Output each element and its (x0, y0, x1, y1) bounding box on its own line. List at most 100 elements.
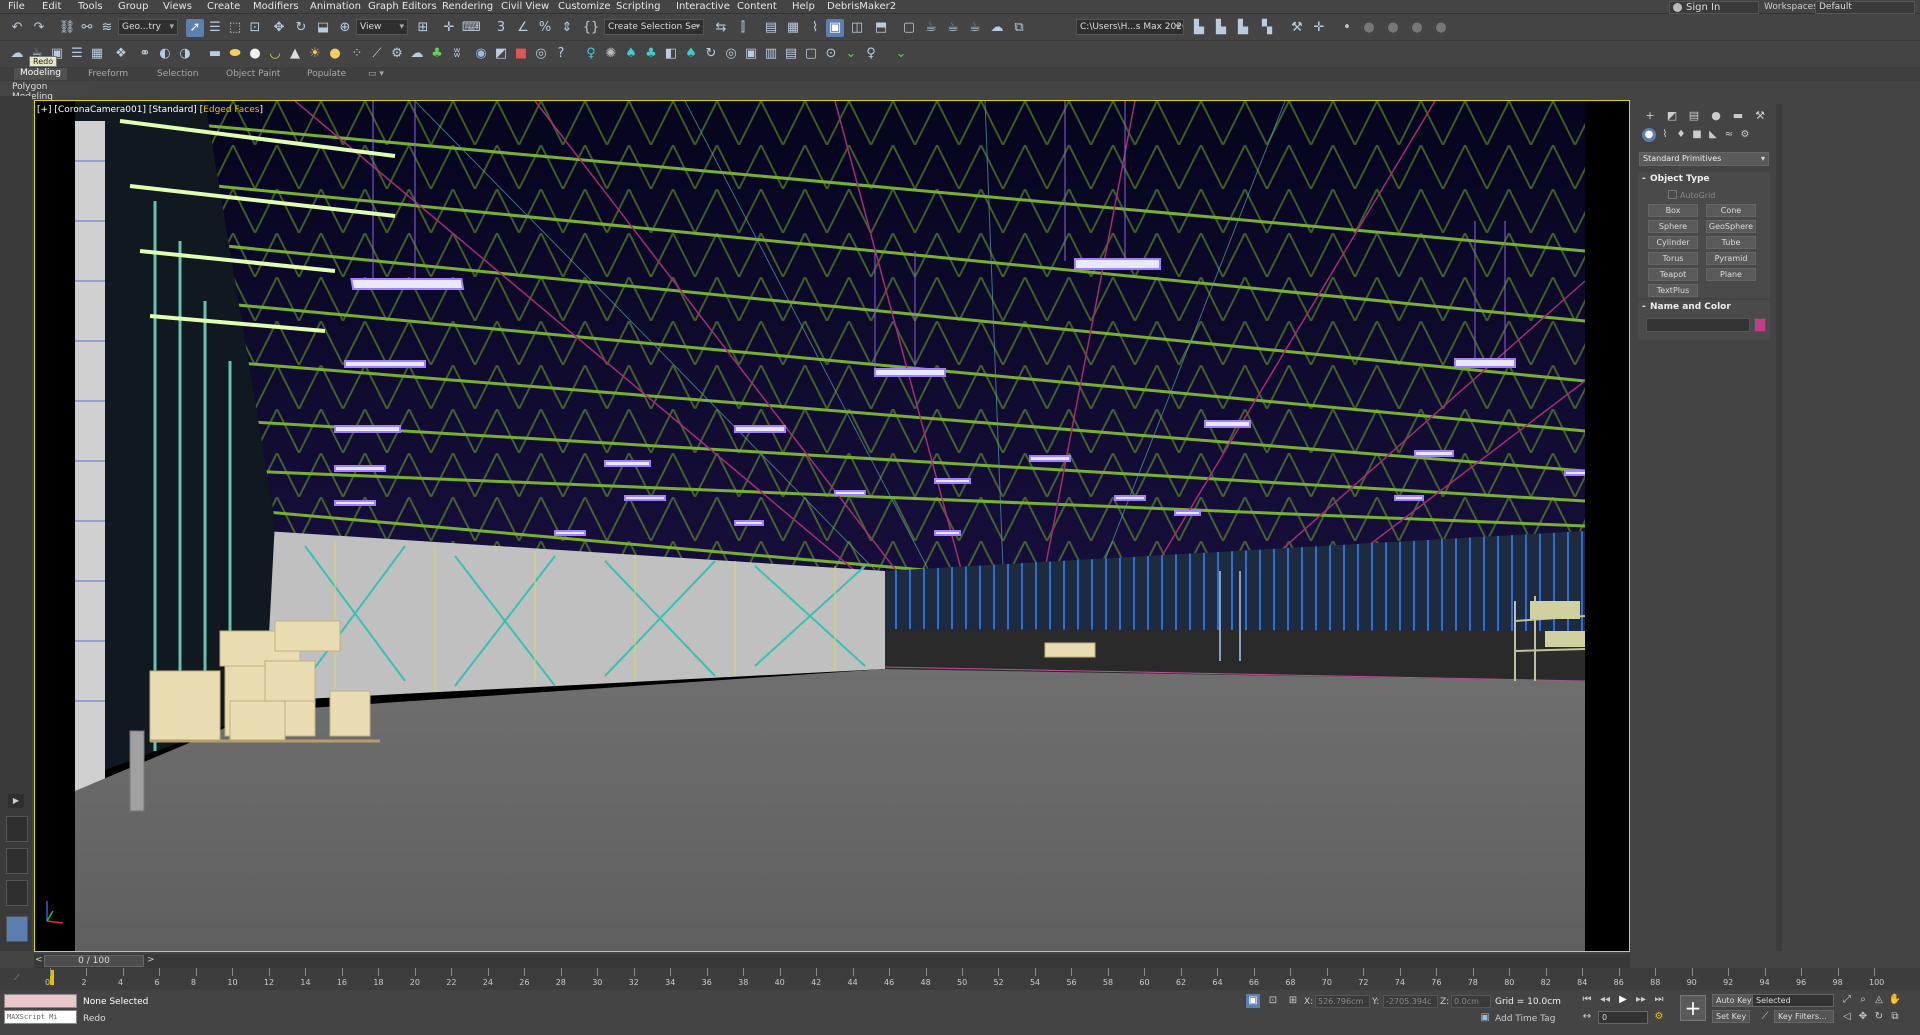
set-project-icon[interactable]: ▙ (1234, 19, 1252, 37)
set-key-button[interactable]: Set Key (1712, 1010, 1751, 1023)
menu-views[interactable]: Views (163, 1, 192, 12)
vp-mode-label[interactable]: Edged Faces (203, 105, 259, 115)
cylinder-button[interactable]: Cylinder (1648, 236, 1698, 249)
move-icon[interactable]: ✥ (270, 19, 288, 37)
render-activeshade-icon[interactable]: ☕ (966, 19, 984, 37)
expand-arrow-icon[interactable]: ▶ (8, 794, 24, 808)
menu-tools[interactable]: Tools (78, 1, 103, 12)
maximize-viewport-icon[interactable]: ⧉ (1888, 1010, 1902, 1024)
cone-button[interactable]: Cone (1706, 204, 1756, 217)
bowl-icon[interactable]: ◡ (266, 45, 284, 63)
project-folder-icon[interactable]: ▙ (1190, 19, 1208, 37)
goto-end-icon[interactable]: ⏭ (1652, 993, 1666, 1007)
rect-selection-icon[interactable]: ⬚ (226, 19, 244, 37)
tree-icon[interactable]: ♣ (428, 45, 446, 63)
loop-icon[interactable]: ↻ (702, 45, 720, 63)
object-type-header[interactable]: Object Type (1638, 172, 1770, 186)
camera-icon[interactable]: ◐ (156, 45, 174, 63)
edit-named-selection-icon[interactable]: {} (582, 19, 600, 37)
menu-help[interactable]: Help (792, 1, 815, 12)
workspace-select[interactable]: Default (1815, 1, 1915, 14)
unlink-icon[interactable]: ⚯ (78, 19, 96, 37)
layout-single-button[interactable] (6, 916, 28, 942)
disc-icon[interactable]: ⬬ (226, 45, 244, 63)
frame-icon[interactable]: ▢ (802, 45, 820, 63)
set-key-big-button[interactable]: + (1680, 995, 1706, 1021)
film-icon[interactable]: ▤ (782, 45, 800, 63)
mat-icon[interactable]: ◩ (492, 45, 510, 63)
menu-edit[interactable]: Edit (42, 1, 61, 12)
vp-camera-label[interactable]: CoronaCamera001 (58, 105, 143, 115)
tab-populate[interactable]: Populate (307, 69, 346, 79)
utilities-tab-icon[interactable]: ⚒ (1752, 108, 1768, 124)
auto-key-button[interactable]: Auto Key (1712, 994, 1756, 1007)
trackbar-filter-icon[interactable]: ⟋ (14, 973, 20, 983)
geometry-icon[interactable]: ● (1642, 128, 1656, 142)
time-config-icon[interactable]: ⚙ (1652, 1010, 1666, 1024)
spinner-snap-icon[interactable]: ⇕ (558, 19, 576, 37)
snap-move-icon[interactable]: ✛ (1310, 19, 1328, 37)
add-time-tag[interactable]: Add Time Tag (1495, 1014, 1555, 1024)
y-coordinate-field[interactable]: -2705.394c (1383, 995, 1438, 1008)
layer-explorer-icon[interactable]: ▤ (762, 19, 780, 37)
keyboard-shortcut-icon[interactable]: ⌨ (462, 19, 481, 37)
undo-icon[interactable]: ↶ (8, 19, 26, 37)
box-button[interactable]: Box (1648, 204, 1698, 217)
menu-graph-editors[interactable]: Graph Editors (368, 1, 437, 12)
isolate-selection-icon[interactable]: ▣ (1246, 994, 1260, 1008)
layout-quad-button[interactable] (6, 848, 28, 874)
spot-light-icon[interactable]: ♠ (622, 45, 640, 63)
render-production-icon[interactable]: ☕ (922, 19, 940, 37)
pivot-center-icon[interactable]: ⊞ (414, 19, 432, 37)
orbit-icon[interactable]: ◁ (1840, 1010, 1854, 1024)
x-coordinate-field[interactable]: 526.796cm (1315, 995, 1370, 1008)
percent-snap-icon[interactable]: % (536, 19, 554, 37)
atmosphere-icon[interactable]: ☁ (408, 45, 426, 63)
menu-group[interactable]: Group (118, 1, 148, 12)
primitive-category-dropdown[interactable]: Standard Primitives (1639, 152, 1769, 166)
a360-gallery-icon[interactable]: ⧉ (1010, 19, 1028, 37)
globe-icon[interactable]: ◉ (472, 45, 490, 63)
zoom-extents-icon[interactable]: ⤢ (1840, 993, 1854, 1007)
tube-button[interactable]: Tube (1706, 236, 1756, 249)
rendered-frame-icon[interactable]: ▢ (900, 19, 918, 37)
lightbulb-icon[interactable]: ♀ (862, 45, 880, 63)
create-tab-icon[interactable]: + (1642, 108, 1658, 124)
placement-icon[interactable]: ⊕ (336, 19, 354, 37)
angle-snap-icon[interactable]: ∠ (514, 19, 532, 37)
scatter-icon[interactable]: ⁘ (348, 45, 366, 63)
sun-icon[interactable]: ☀ (306, 45, 324, 63)
time-next-button[interactable]: > (147, 955, 155, 965)
list-icon[interactable]: ☰ (68, 45, 86, 63)
redo-icon[interactable]: ↷ (30, 19, 48, 37)
walk-icon[interactable]: ✥ (1856, 1010, 1870, 1024)
prev-frame-icon[interactable]: ◂◂ (1598, 993, 1612, 1007)
render-iterative-icon[interactable]: ☕ (944, 19, 962, 37)
lights-icon[interactable]: ♦ (1674, 128, 1688, 142)
proxy-icon[interactable]: ⟋ (368, 45, 386, 63)
ribbon-options-icon[interactable]: ▭ ▾ (368, 69, 384, 79)
polygon-modeling-label[interactable]: Polygon Modeling (0, 82, 90, 102)
modify-tab-icon[interactable]: ◩ (1664, 108, 1680, 124)
tree2-icon[interactable]: ♠ (682, 45, 700, 63)
view-icon[interactable]: ▣ (742, 45, 760, 63)
lock-icon[interactable]: ⊡ (1266, 994, 1280, 1008)
menu-customize[interactable]: Customize (558, 1, 611, 12)
cameras-icon[interactable]: ■ (1690, 128, 1704, 142)
hierarchy-tab-icon[interactable]: ▤ (1686, 108, 1702, 124)
pyramid-button[interactable]: Pyramid (1706, 252, 1756, 265)
maxscript-mini-listener[interactable]: MAXScript Mi (4, 1010, 77, 1024)
render-setup-icon[interactable]: ⬒ (872, 19, 890, 37)
eye-icon[interactable]: ⊙ (822, 45, 840, 63)
time-slider[interactable]: 0 / 100 < > (34, 954, 1630, 968)
vp-plus-label[interactable]: [+] [ (37, 105, 58, 115)
window-crossing-icon[interactable]: ⊡ (246, 19, 264, 37)
box-icon[interactable]: ▬ (206, 45, 224, 63)
play-icon[interactable]: ▶ (1616, 993, 1630, 1007)
torus-button[interactable]: Torus (1648, 252, 1698, 265)
time-tag-icon[interactable]: ▣ (1478, 1011, 1492, 1025)
goto-start-icon[interactable]: ⏮ (1580, 993, 1594, 1007)
teapot-icon[interactable]: ☁ (8, 45, 26, 63)
camera2-icon[interactable]: ◑ (176, 45, 194, 63)
select-object-icon[interactable]: ➚ (186, 19, 204, 37)
